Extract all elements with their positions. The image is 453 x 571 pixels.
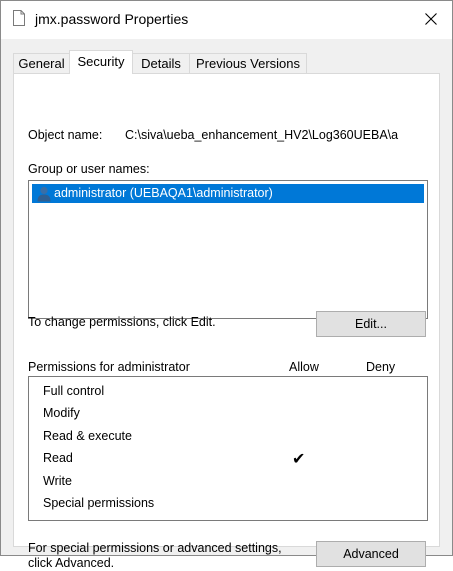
permission-read: Read <box>43 451 73 465</box>
advanced-text-line2: click Advanced. <box>28 556 115 570</box>
dialog-client: General Security Details Previous Versio… <box>1 39 452 570</box>
deny-header: Deny <box>366 360 396 374</box>
permission-read-execute: Read & execute <box>43 429 132 443</box>
close-icon <box>425 12 437 28</box>
tab-security[interactable]: Security <box>69 50 133 74</box>
security-panel: Object name: C:\siva\ueba_enhancement_HV… <box>13 73 440 570</box>
user-list[interactable]: administrator (UEBAQA1\administrator) <box>28 180 428 319</box>
group-label: Group or user names: <box>28 162 150 176</box>
advanced-button[interactable]: Advanced <box>316 541 426 567</box>
permissions-list[interactable]: Full control Modify Read & execute Read … <box>28 376 428 521</box>
permission-modify: Modify <box>43 406 80 420</box>
allow-header: Allow <box>289 360 319 374</box>
object-name-label: Object name: <box>28 128 103 142</box>
edit-button[interactable]: Edit... <box>316 311 426 337</box>
advanced-text-line1: For special permissions or advanced sett… <box>28 541 282 555</box>
permission-write: Write <box>43 474 72 488</box>
close-button[interactable] <box>416 7 446 33</box>
user-name: administrator (UEBAQA1\administrator) <box>54 186 273 200</box>
file-icon <box>13 10 25 26</box>
change-permissions-text: To change permissions, click Edit. <box>28 315 216 329</box>
window-title: jmx.password Properties <box>35 11 189 27</box>
permissions-label: Permissions for administrator <box>28 360 190 374</box>
permission-special: Special permissions <box>43 496 155 510</box>
tab-details[interactable]: Details <box>132 53 190 73</box>
read-allow-check-icon: ✔ <box>292 451 306 468</box>
list-item[interactable]: administrator (UEBAQA1\administrator) <box>32 184 424 203</box>
properties-window: jmx.password Properties General Security… <box>0 0 453 570</box>
permission-full-control: Full control <box>43 384 105 398</box>
tab-general[interactable]: General <box>13 53 70 73</box>
title-bar: jmx.password Properties <box>1 1 452 39</box>
user-icon <box>37 186 51 202</box>
object-name-value: C:\siva\ueba_enhancement_HV2\Log360UEBA\… <box>125 128 399 142</box>
tab-previous-versions[interactable]: Previous Versions <box>189 53 307 73</box>
